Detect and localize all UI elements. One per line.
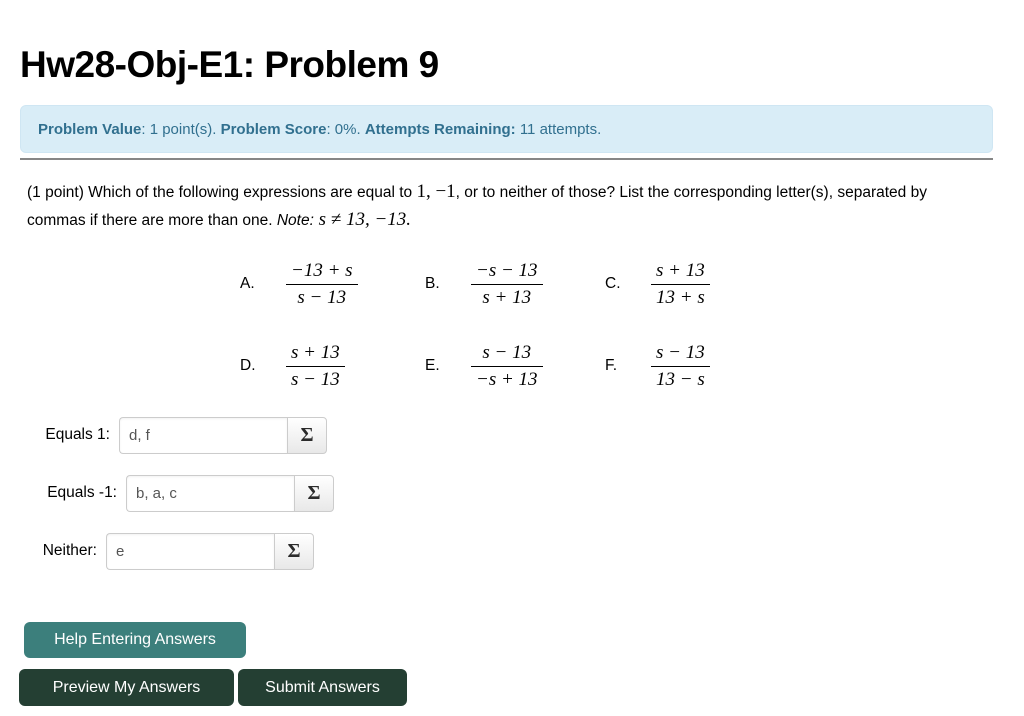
choice-b: B. −s − 13 s + 13 <box>425 260 605 308</box>
choice-b-numerator: −s − 13 <box>476 260 538 282</box>
preview-my-answers-button[interactable]: Preview My Answers <box>19 669 234 706</box>
answer-row-neither: Neither: Σ <box>0 522 420 580</box>
equals-minus-1-label: Equals -1: <box>47 484 117 501</box>
equals-1-input-group: Σ <box>119 416 327 454</box>
sigma-icon-button-neither[interactable]: Σ <box>274 532 314 570</box>
neither-label: Neither: <box>42 542 97 559</box>
choice-f-fraction: s − 13 13 − s <box>651 342 710 390</box>
question-text: (1 point) Which of the following express… <box>27 178 932 234</box>
answer-row-equals-1: Equals 1: Σ <box>0 406 420 464</box>
sigma-icon-button-equals-minus-1[interactable]: Σ <box>294 474 334 512</box>
note-label: Note: <box>276 212 314 229</box>
choice-d-numerator: s + 13 <box>291 342 340 364</box>
choice-a: A. −13 + s s − 13 <box>240 260 425 308</box>
choice-e-numerator: s − 13 <box>482 342 532 364</box>
choice-c-denominator: 13 + s <box>651 283 710 308</box>
choice-row-bottom: D. s + 13 s − 13 E. s − 13 −s + 13 F. s … <box>240 325 800 407</box>
equals-minus-1-input[interactable] <box>126 474 294 512</box>
choice-e-letter: E. <box>425 357 440 374</box>
choice-d-letter: D. <box>240 357 256 374</box>
choice-a-denominator: s − 13 <box>286 283 358 308</box>
choice-f-numerator: s − 13 <box>656 342 705 364</box>
attempts-remaining-text: 11 attempts. <box>515 120 602 138</box>
choice-e-fraction: s − 13 −s + 13 <box>471 342 543 390</box>
horizontal-divider <box>20 158 993 160</box>
problem-score-label: Problem Score <box>220 120 327 138</box>
choice-b-fraction: −s − 13 s + 13 <box>471 260 543 308</box>
problem-status-banner: Problem Value: 1 point(s). Problem Score… <box>20 105 993 153</box>
problem-value-text: : 1 point(s). <box>141 120 221 138</box>
page-title: Hw28-Obj-E1: Problem 9 <box>20 43 439 85</box>
choice-e: E. s − 13 −s + 13 <box>425 342 605 390</box>
choice-f-letter: F. <box>605 357 618 374</box>
choice-a-letter: A. <box>240 275 255 292</box>
choice-c-letter: C. <box>605 275 621 292</box>
equals-1-input[interactable] <box>119 416 287 454</box>
choice-e-denominator: −s + 13 <box>471 365 543 390</box>
answer-fields: Equals 1: Σ Equals -1: Σ Neither: Σ <box>0 406 420 580</box>
question-part-1: (1 point) Which of the following express… <box>27 184 417 201</box>
neither-input[interactable] <box>106 532 274 570</box>
attempts-remaining-label: Attempts Remaining: <box>364 120 516 138</box>
equals-minus-1-input-group: Σ <box>126 474 334 512</box>
choice-f-denominator: 13 − s <box>651 365 710 390</box>
choice-d-fraction: s + 13 s − 13 <box>286 342 345 390</box>
choice-c: C. s + 13 13 + s <box>605 260 725 308</box>
choice-c-fraction: s + 13 13 + s <box>651 260 710 308</box>
question-math-targets: 1, −1 <box>416 181 456 202</box>
neither-input-group: Σ <box>106 532 314 570</box>
choice-a-fraction: −13 + s s − 13 <box>286 260 358 308</box>
answer-row-equals-minus-1: Equals -1: Σ <box>0 464 420 522</box>
choice-list: A. −13 + s s − 13 B. −s − 13 s + 13 C. s… <box>240 243 800 407</box>
choice-f: F. s − 13 13 − s <box>605 342 725 390</box>
equals-1-label: Equals 1: <box>45 426 110 443</box>
help-entering-answers-button[interactable]: Help Entering Answers <box>24 622 246 658</box>
choice-c-numerator: s + 13 <box>656 260 705 282</box>
choice-b-letter: B. <box>425 275 440 292</box>
problem-page: Hw28-Obj-E1: Problem 9 Problem Value: 1 … <box>0 0 1024 716</box>
submit-answers-button[interactable]: Submit Answers <box>238 669 407 706</box>
note-math-constraint: s ≠ 13, −13. <box>313 209 412 230</box>
choice-row-top: A. −13 + s s − 13 B. −s − 13 s + 13 C. s… <box>240 243 800 325</box>
problem-score-text: : 0%. <box>326 120 365 138</box>
choice-a-numerator: −13 + s <box>291 260 353 282</box>
problem-value-label: Problem Value <box>38 120 142 138</box>
choice-d: D. s + 13 s − 13 <box>240 342 425 390</box>
choice-b-denominator: s + 13 <box>471 283 543 308</box>
sigma-icon-button-equals-1[interactable]: Σ <box>287 416 327 454</box>
choice-d-denominator: s − 13 <box>286 365 345 390</box>
